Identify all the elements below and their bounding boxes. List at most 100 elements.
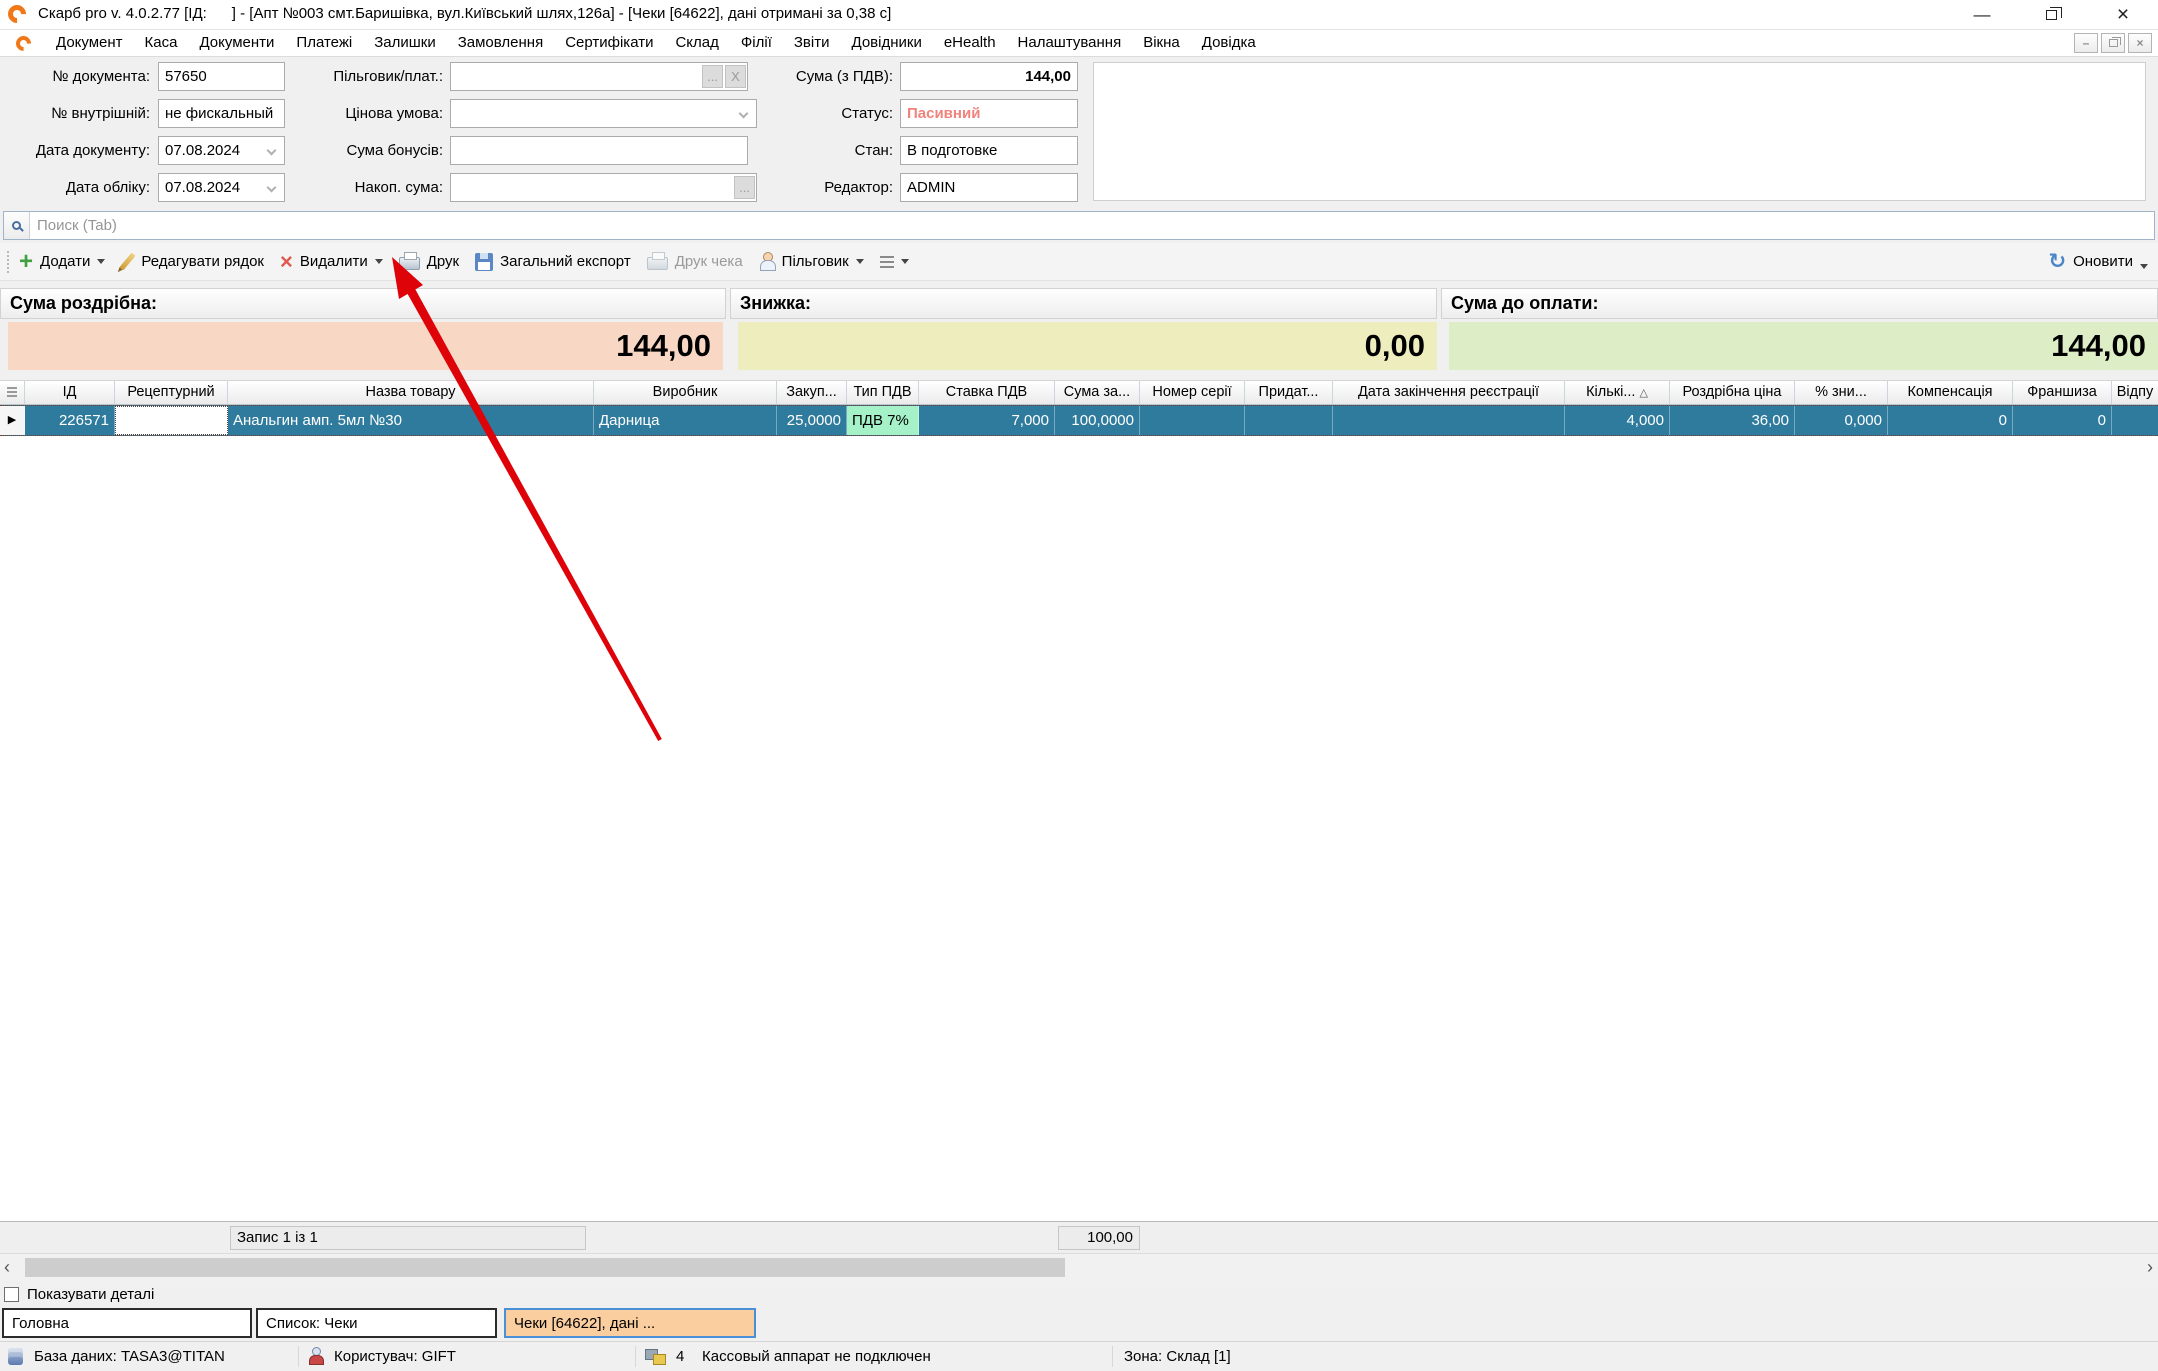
cell-franchise[interactable]: 0	[2013, 406, 2112, 435]
col-manufacturer[interactable]: Виробник	[594, 381, 777, 405]
menu-document[interactable]: Документ	[45, 30, 134, 56]
scrollbar-thumb[interactable]	[25, 1258, 1065, 1277]
menu-reports[interactable]: Звіти	[783, 30, 841, 56]
col-dispense[interactable]: Відпу	[2112, 381, 2158, 405]
beneficiary-button[interactable]: Пільговик	[759, 252, 864, 271]
print-button[interactable]: Друк	[399, 253, 459, 270]
print-receipt-button[interactable]: Друк чека	[647, 253, 743, 270]
beneficiary-clear-button[interactable]: X	[725, 65, 746, 88]
export-button[interactable]: Загальний експорт	[475, 253, 631, 271]
cell-manufacturer[interactable]: Дарница	[594, 406, 777, 435]
menu-settings[interactable]: Налаштування	[1007, 30, 1133, 56]
doc-number-field[interactable]: 57650	[158, 62, 285, 91]
close-button[interactable]: ×	[2100, 1, 2146, 29]
col-product-name[interactable]: Назва товару	[228, 381, 594, 405]
scroll-left-icon[interactable]: ‹	[4, 1254, 10, 1281]
edit-row-button[interactable]: Редагувати рядок	[121, 252, 264, 271]
accum-sum-field[interactable]: ...	[450, 173, 757, 202]
cell-vat-type[interactable]: ПДВ 7%	[847, 406, 919, 435]
menu-ehealth[interactable]: eHealth	[933, 30, 1007, 56]
col-sum[interactable]: Сума за...	[1055, 381, 1140, 405]
app-logo-icon	[8, 5, 26, 23]
cell-purchase[interactable]: 25,0000	[777, 406, 847, 435]
cell-serial[interactable]	[1140, 406, 1245, 435]
col-franchise[interactable]: Франшиза	[2013, 381, 2112, 405]
menu-payments[interactable]: Платежі	[285, 30, 363, 56]
menu-branches[interactable]: Філії	[730, 30, 783, 56]
table-row[interactable]: ▶ 226571 Анальгин амп. 5мл №30 Дарница 2…	[0, 405, 2158, 436]
cell-sum[interactable]: 100,0000	[1055, 406, 1140, 435]
cell-retail-price[interactable]: 36,00	[1670, 406, 1795, 435]
cell-product-name[interactable]: Анальгин амп. 5мл №30	[228, 406, 594, 435]
mdi-restore-button[interactable]	[2101, 33, 2125, 53]
chevron-down-icon[interactable]	[267, 146, 277, 156]
cell-valid[interactable]	[1245, 406, 1333, 435]
mdi-minimize-button[interactable]: –	[2074, 33, 2098, 53]
search-input[interactable]: Поиск (Tab)	[3, 211, 2155, 240]
show-details-checkbox[interactable]	[4, 1287, 19, 1302]
tab-receipts-active[interactable]: Чеки [64622], дані ...	[504, 1308, 756, 1338]
col-compensation[interactable]: Компенсація	[1888, 381, 2013, 405]
notes-area[interactable]	[1093, 62, 2146, 201]
minimize-button[interactable]: —	[1959, 1, 2005, 29]
tab-receipts-list[interactable]: Список: Чеки	[256, 1308, 497, 1338]
list-options-button[interactable]	[880, 256, 909, 268]
toolbar-grip[interactable]	[7, 251, 9, 273]
cell-id[interactable]: 226571	[25, 406, 115, 435]
cell-dispense[interactable]	[2112, 406, 2158, 435]
add-button[interactable]: + Додати	[19, 253, 105, 271]
chevron-down-icon[interactable]	[267, 183, 277, 193]
connection-count: 4	[676, 1342, 684, 1371]
menu-directories[interactable]: Довідники	[841, 30, 933, 56]
col-discount-pct[interactable]: % зни...	[1795, 381, 1888, 405]
col-serial[interactable]: Номер серії	[1140, 381, 1245, 405]
grid-icon	[7, 387, 17, 398]
menu-stock[interactable]: Залишки	[363, 30, 447, 56]
bonus-sum-field[interactable]	[450, 136, 748, 165]
cell-compensation[interactable]: 0	[1888, 406, 2013, 435]
menu-certificates[interactable]: Сертифікати	[554, 30, 664, 56]
doc-date-field[interactable]: 07.08.2024	[158, 136, 285, 165]
col-id[interactable]: ІД	[25, 381, 115, 405]
menu-windows[interactable]: Вікна	[1132, 30, 1191, 56]
scroll-right-icon[interactable]: ›	[2147, 1254, 2153, 1281]
cell-reg-end-date[interactable]	[1333, 406, 1565, 435]
mdi-restore-icon	[2109, 39, 2118, 47]
document-form: № документа: 57650 № внутрішній: не фиск…	[0, 57, 2158, 208]
cell-prescription[interactable]	[115, 406, 228, 435]
chevron-down-icon[interactable]	[739, 109, 749, 119]
tab-main[interactable]: Головна	[2, 1308, 252, 1338]
horizontal-scrollbar[interactable]: ‹ ›	[0, 1253, 2158, 1281]
menu-orders[interactable]: Замовлення	[447, 30, 554, 56]
internal-number-label: № внутрішній:	[8, 99, 150, 128]
row-marker-icon: ▶	[0, 406, 25, 435]
header-selector[interactable]	[0, 381, 25, 405]
summary-bar: Сума роздрібна: 144,00 Знижка: 0,00 Сума…	[0, 281, 2158, 376]
price-condition-select[interactable]	[450, 99, 757, 128]
cell-vat-rate[interactable]: 7,000	[919, 406, 1055, 435]
delete-button[interactable]: × Видалити	[280, 253, 383, 271]
col-purchase[interactable]: Закуп...	[777, 381, 847, 405]
internal-number-field[interactable]: не фискальный	[158, 99, 285, 128]
restore-button[interactable]	[2028, 1, 2074, 29]
mdi-close-button[interactable]: ×	[2128, 33, 2152, 53]
col-vat-type[interactable]: Тип ПДВ	[847, 381, 919, 405]
beneficiary-browse-button[interactable]: ...	[702, 65, 723, 88]
col-valid[interactable]: Придат...	[1245, 381, 1333, 405]
account-date-field[interactable]: 07.08.2024	[158, 173, 285, 202]
col-reg-end-date[interactable]: Дата закінчення реєстрації	[1333, 381, 1565, 405]
col-retail-price[interactable]: Роздрібна ціна	[1670, 381, 1795, 405]
beneficiary-field[interactable]: ... X	[450, 62, 748, 91]
col-prescription[interactable]: Рецептурний	[115, 381, 228, 405]
cell-discount-pct[interactable]: 0,000	[1795, 406, 1888, 435]
accum-sum-browse-button[interactable]: ...	[734, 176, 755, 199]
menu-warehouse[interactable]: Склад	[664, 30, 729, 56]
menu-documents[interactable]: Документи	[188, 30, 285, 56]
cell-quantity[interactable]: 4,000	[1565, 406, 1670, 435]
col-quantity[interactable]: Кількі...△	[1565, 381, 1670, 405]
menu-help[interactable]: Довідка	[1191, 30, 1267, 56]
refresh-button[interactable]: ↻ Оновити	[2049, 252, 2149, 272]
close-icon: ×	[2117, 3, 2129, 27]
menu-kasa[interactable]: Каса	[134, 30, 189, 56]
col-vat-rate[interactable]: Ставка ПДВ	[919, 381, 1055, 405]
